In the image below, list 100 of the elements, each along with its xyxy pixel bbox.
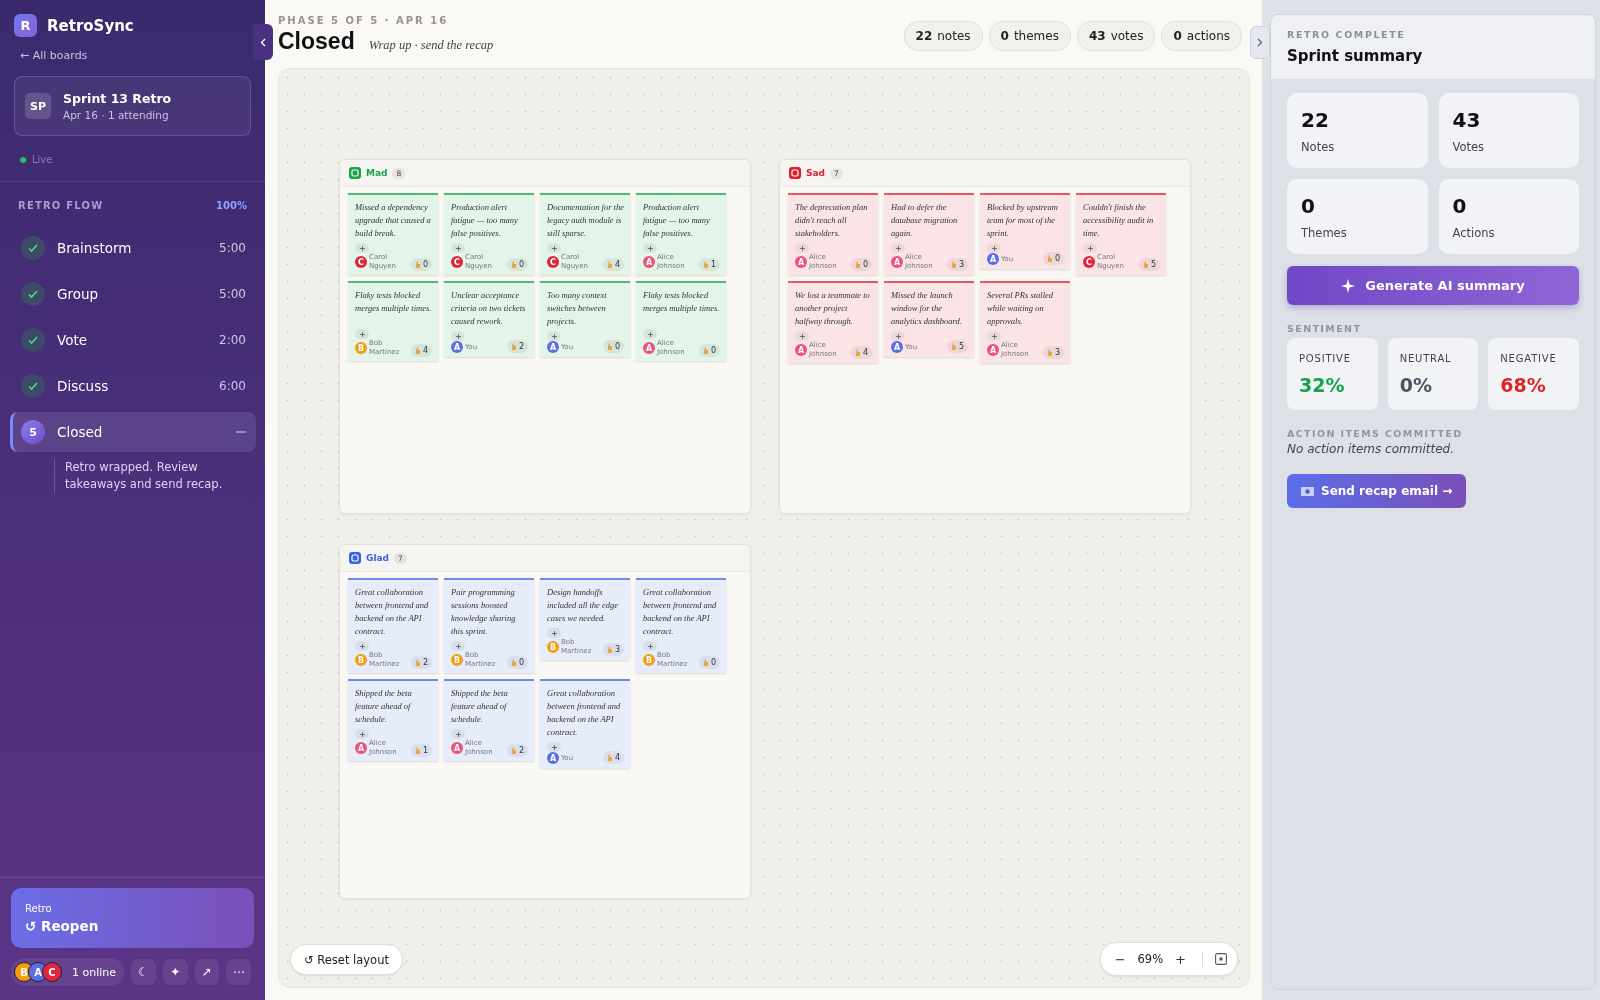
thumbs-up-icon xyxy=(702,347,709,354)
vote-badge[interactable]: 2 xyxy=(506,744,528,757)
phase-item[interactable]: Brainstorm 5:00 xyxy=(10,228,256,268)
vote-badge[interactable]: 5 xyxy=(1138,258,1160,271)
reopen-button[interactable]: Retro ↺ Reopen xyxy=(11,888,254,948)
vote-count: 3 xyxy=(614,645,620,654)
add-reaction-button[interactable] xyxy=(547,331,561,341)
vote-badge[interactable]: 5 xyxy=(946,340,968,353)
add-reaction-button[interactable] xyxy=(987,331,1001,341)
app-logo: R xyxy=(14,14,37,37)
stat-value: 0 xyxy=(1452,193,1468,218)
add-reaction-button[interactable] xyxy=(451,641,465,651)
plus-icon xyxy=(799,333,805,339)
stat-chip: 0 actions xyxy=(1161,21,1242,51)
plus-icon xyxy=(359,731,365,737)
phase-item[interactable]: Discuss 6:00 xyxy=(10,366,256,406)
add-reaction-button[interactable] xyxy=(355,243,369,253)
phase-number: 5 xyxy=(21,420,45,444)
sentiment-value: 32% xyxy=(1299,373,1346,396)
collapse-sidebar-button[interactable] xyxy=(253,24,273,60)
add-reaction-button[interactable] xyxy=(987,243,1001,253)
vote-badge[interactable]: 4 xyxy=(850,346,872,359)
online-pill[interactable]: B A C 1 online xyxy=(11,958,125,986)
plus-icon xyxy=(647,643,653,649)
chevron-left-icon xyxy=(260,37,266,47)
column-title: Glad xyxy=(366,553,389,563)
thumbs-up-icon xyxy=(414,747,421,754)
add-reaction-button[interactable] xyxy=(451,331,465,341)
vote-badge[interactable]: 0 xyxy=(410,258,432,271)
sentiment-value: 0% xyxy=(1399,373,1433,396)
fit-to-screen-icon[interactable] xyxy=(1215,953,1227,965)
all-boards-link[interactable]: ← All boards xyxy=(20,49,88,62)
vote-badge[interactable]: 0 xyxy=(1042,252,1064,265)
vote-badge[interactable]: 4 xyxy=(410,344,432,357)
thumbs-up-icon xyxy=(854,349,861,356)
add-reaction-button[interactable] xyxy=(451,243,465,253)
tool-button[interactable]: ✦ xyxy=(162,959,188,985)
add-reaction-button[interactable] xyxy=(547,243,561,253)
add-reaction-button[interactable] xyxy=(643,641,657,651)
board-card[interactable]: SP Sprint 13 Retro Apr 16 · 1 attending xyxy=(14,76,251,136)
thumbs-up-icon xyxy=(950,261,957,268)
plus-icon xyxy=(455,731,461,737)
vote-badge[interactable]: 1 xyxy=(410,744,432,757)
tool-button[interactable]: ☾ xyxy=(131,959,156,985)
vote-badge[interactable]: 0 xyxy=(698,344,720,357)
add-reaction-button[interactable] xyxy=(643,243,657,253)
add-reaction-button[interactable] xyxy=(451,729,465,739)
note-text: Shipped the beta feature ahead of schedule. xyxy=(355,687,413,726)
add-reaction-button[interactable] xyxy=(355,329,369,339)
generate-summary-button[interactable]: Generate AI summary xyxy=(1287,266,1579,305)
phase-item[interactable]: 5 Closed xyxy=(10,412,256,452)
board-title: Sprint 13 Retro xyxy=(63,91,172,106)
note-text: Pair programming sessions boosted knowledge sharing this sprint. xyxy=(451,586,517,638)
add-reaction-button[interactable] xyxy=(891,331,905,341)
note-text: Production alert fatigue — too many false positives. xyxy=(643,201,711,240)
online-count: 1 online xyxy=(72,965,117,979)
thumbs-up-icon xyxy=(702,659,709,666)
board-avatar: SP xyxy=(25,93,51,119)
vote-badge[interactable]: 3 xyxy=(1042,346,1064,359)
zoom-in-button[interactable]: + xyxy=(1171,951,1190,967)
section-title: RETRO FLOW xyxy=(18,200,104,211)
author-avatar: C xyxy=(547,256,559,268)
vote-badge[interactable]: 0 xyxy=(850,258,872,271)
vote-count: 3 xyxy=(958,260,964,269)
tool-button[interactable]: ↗ xyxy=(194,959,220,985)
vote-badge[interactable]: 3 xyxy=(602,643,624,656)
vote-badge[interactable]: 0 xyxy=(506,258,528,271)
summary-eyebrow: RETRO COMPLETE xyxy=(1287,29,1407,40)
plus-icon xyxy=(895,333,901,339)
reset-layout-button[interactable]: ↺ Reset layout xyxy=(290,944,403,975)
vote-badge[interactable]: 1 xyxy=(698,258,720,271)
vote-badge[interactable]: 0 xyxy=(698,656,720,669)
vote-badge[interactable]: 3 xyxy=(946,258,968,271)
phase-item[interactable]: Group 5:00 xyxy=(10,274,256,314)
add-reaction-button[interactable] xyxy=(795,243,809,253)
zoom-out-button[interactable]: − xyxy=(1110,951,1130,967)
add-reaction-button[interactable] xyxy=(643,329,657,339)
vote-badge[interactable]: 0 xyxy=(602,340,624,353)
add-reaction-button[interactable] xyxy=(795,331,809,341)
add-reaction-button[interactable] xyxy=(547,742,561,752)
note-text: Documentation for the legacy auth module is still sparse. xyxy=(547,201,624,240)
add-reaction-button[interactable] xyxy=(547,628,561,638)
thumbs-up-icon xyxy=(606,343,613,350)
add-reaction-button[interactable] xyxy=(355,641,369,651)
vote-badge[interactable]: 0 xyxy=(506,656,528,669)
vote-badge[interactable]: 2 xyxy=(410,656,432,669)
vote-badge[interactable]: 4 xyxy=(602,751,624,764)
add-reaction-button[interactable] xyxy=(1083,243,1097,253)
plus-icon xyxy=(647,331,653,337)
vote-badge[interactable]: 2 xyxy=(506,340,528,353)
add-reaction-button[interactable] xyxy=(891,243,905,253)
add-reaction-button[interactable] xyxy=(355,729,369,739)
send-recap-button[interactable]: Send recap email → xyxy=(1287,474,1467,508)
note-text: Great collaboration between frontend and backend on the API contract. xyxy=(643,586,718,638)
vote-count: 4 xyxy=(614,260,620,269)
vote-badge[interactable]: 4 xyxy=(602,258,624,271)
phase-item[interactable]: Vote 2:00 xyxy=(10,320,256,360)
tool-button[interactable]: ⋯ xyxy=(226,959,251,985)
vote-count: 4 xyxy=(862,348,868,357)
stat-chip: 22 notes xyxy=(903,21,983,51)
